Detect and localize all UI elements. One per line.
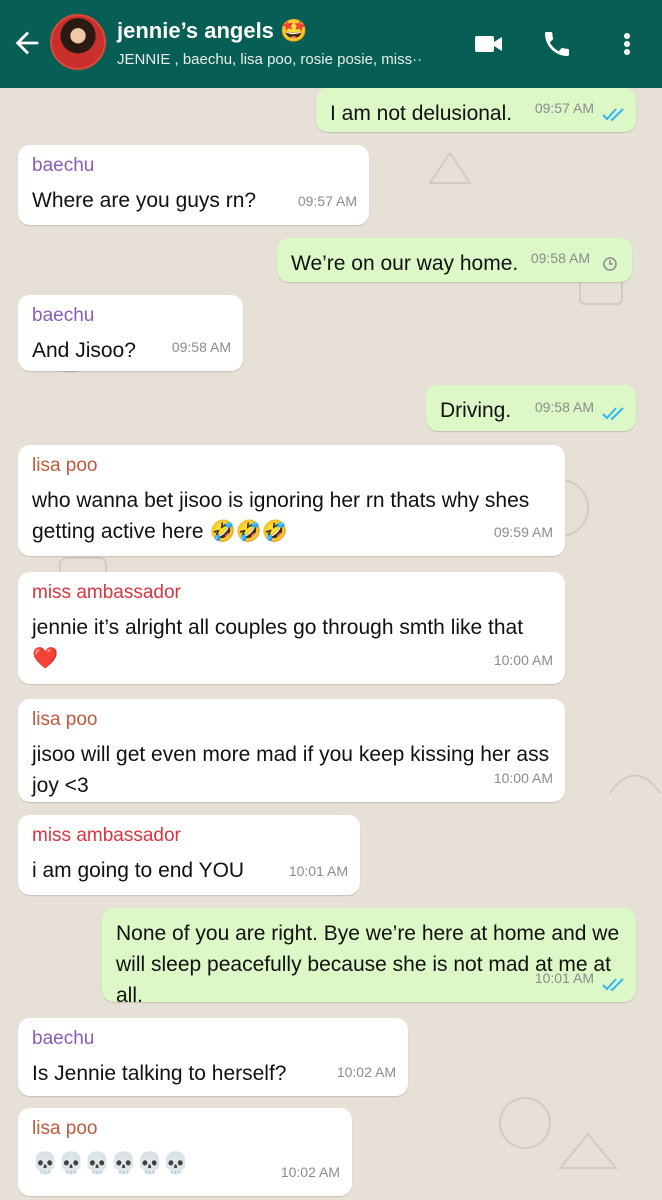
message-incoming[interactable]: lisa poo 💀💀💀💀💀💀 10:02 AM xyxy=(18,1108,352,1196)
sender-name: lisa poo xyxy=(32,709,98,730)
message-time: 10:02 AM xyxy=(336,1064,396,1080)
message-incoming[interactable]: lisa poo who wanna bet jisoo is ignoring… xyxy=(18,445,565,556)
more-vert-icon[interactable] xyxy=(612,28,642,60)
message-time: 10:00 AM xyxy=(493,770,553,786)
message-text: Driving. xyxy=(440,399,512,422)
sender-name: miss ambassador xyxy=(32,582,181,603)
sender-name: baechu xyxy=(32,1028,95,1049)
message-incoming[interactable]: miss ambassador i am going to end YOU 10… xyxy=(18,815,360,895)
message-time: 10:02 AM xyxy=(280,1164,340,1180)
message-incoming[interactable]: miss ambassador jennie it’s alright all … xyxy=(18,572,565,684)
sender-name: lisa poo xyxy=(32,1118,98,1139)
message-time: 09:57 AM xyxy=(297,193,357,209)
message-time: 10:01 AM xyxy=(288,863,348,879)
message-outgoing[interactable]: We’re on our way home. 09:58 AM xyxy=(277,238,632,282)
sender-name: baechu xyxy=(32,305,95,326)
message-time: 10:01 AM xyxy=(534,970,594,986)
message-time: 09:58 AM xyxy=(530,250,590,266)
message-time: 09:58 AM xyxy=(534,399,594,415)
message-text: jennie it’s alright all couples go throu… xyxy=(32,616,529,670)
message-incoming[interactable]: baechu Is Jennie talking to herself? 10:… xyxy=(18,1018,408,1096)
group-avatar[interactable] xyxy=(50,14,106,70)
back-arrow-icon[interactable] xyxy=(10,26,44,60)
group-title[interactable]: jennie’s angels 🤩 xyxy=(117,18,307,44)
phone-icon[interactable] xyxy=(540,28,574,60)
double-check-read-icon xyxy=(602,978,624,992)
sender-name: baechu xyxy=(32,155,95,176)
sender-name: miss ambassador xyxy=(32,825,181,846)
message-time: 09:59 AM xyxy=(493,524,553,540)
message-time: 09:57 AM xyxy=(534,100,594,116)
message-outgoing[interactable]: I am not delusional. 09:57 AM xyxy=(316,88,636,132)
message-outgoing[interactable]: Driving. 09:58 AM xyxy=(426,385,636,431)
message-text: who wanna bet jisoo is ignoring her rn t… xyxy=(32,489,536,543)
message-incoming[interactable]: baechu Where are you guys rn? 09:57 AM xyxy=(18,145,369,225)
message-incoming[interactable]: baechu And Jisoo? 09:58 AM xyxy=(18,295,243,371)
double-check-read-icon xyxy=(602,108,624,122)
message-incoming[interactable]: lisa poo jisoo will get even more mad if… xyxy=(18,699,565,802)
video-call-icon[interactable] xyxy=(471,28,505,60)
message-text: jisoo will get even more mad if you keep… xyxy=(32,743,555,797)
clock-pending-icon xyxy=(603,257,617,271)
message-outgoing[interactable]: None of you are right. Bye we’re here at… xyxy=(102,908,636,1007)
group-members[interactable]: JENNIE , baechu, lisa poo, rosie posie, … xyxy=(117,51,437,68)
message-time: 10:00 AM xyxy=(493,652,553,668)
double-check-read-icon xyxy=(602,407,624,421)
sender-name: lisa poo xyxy=(32,455,98,476)
chat-header: jennie’s angels 🤩 JENNIE , baechu, lisa … xyxy=(0,0,662,88)
message-time: 09:58 AM xyxy=(171,339,231,355)
